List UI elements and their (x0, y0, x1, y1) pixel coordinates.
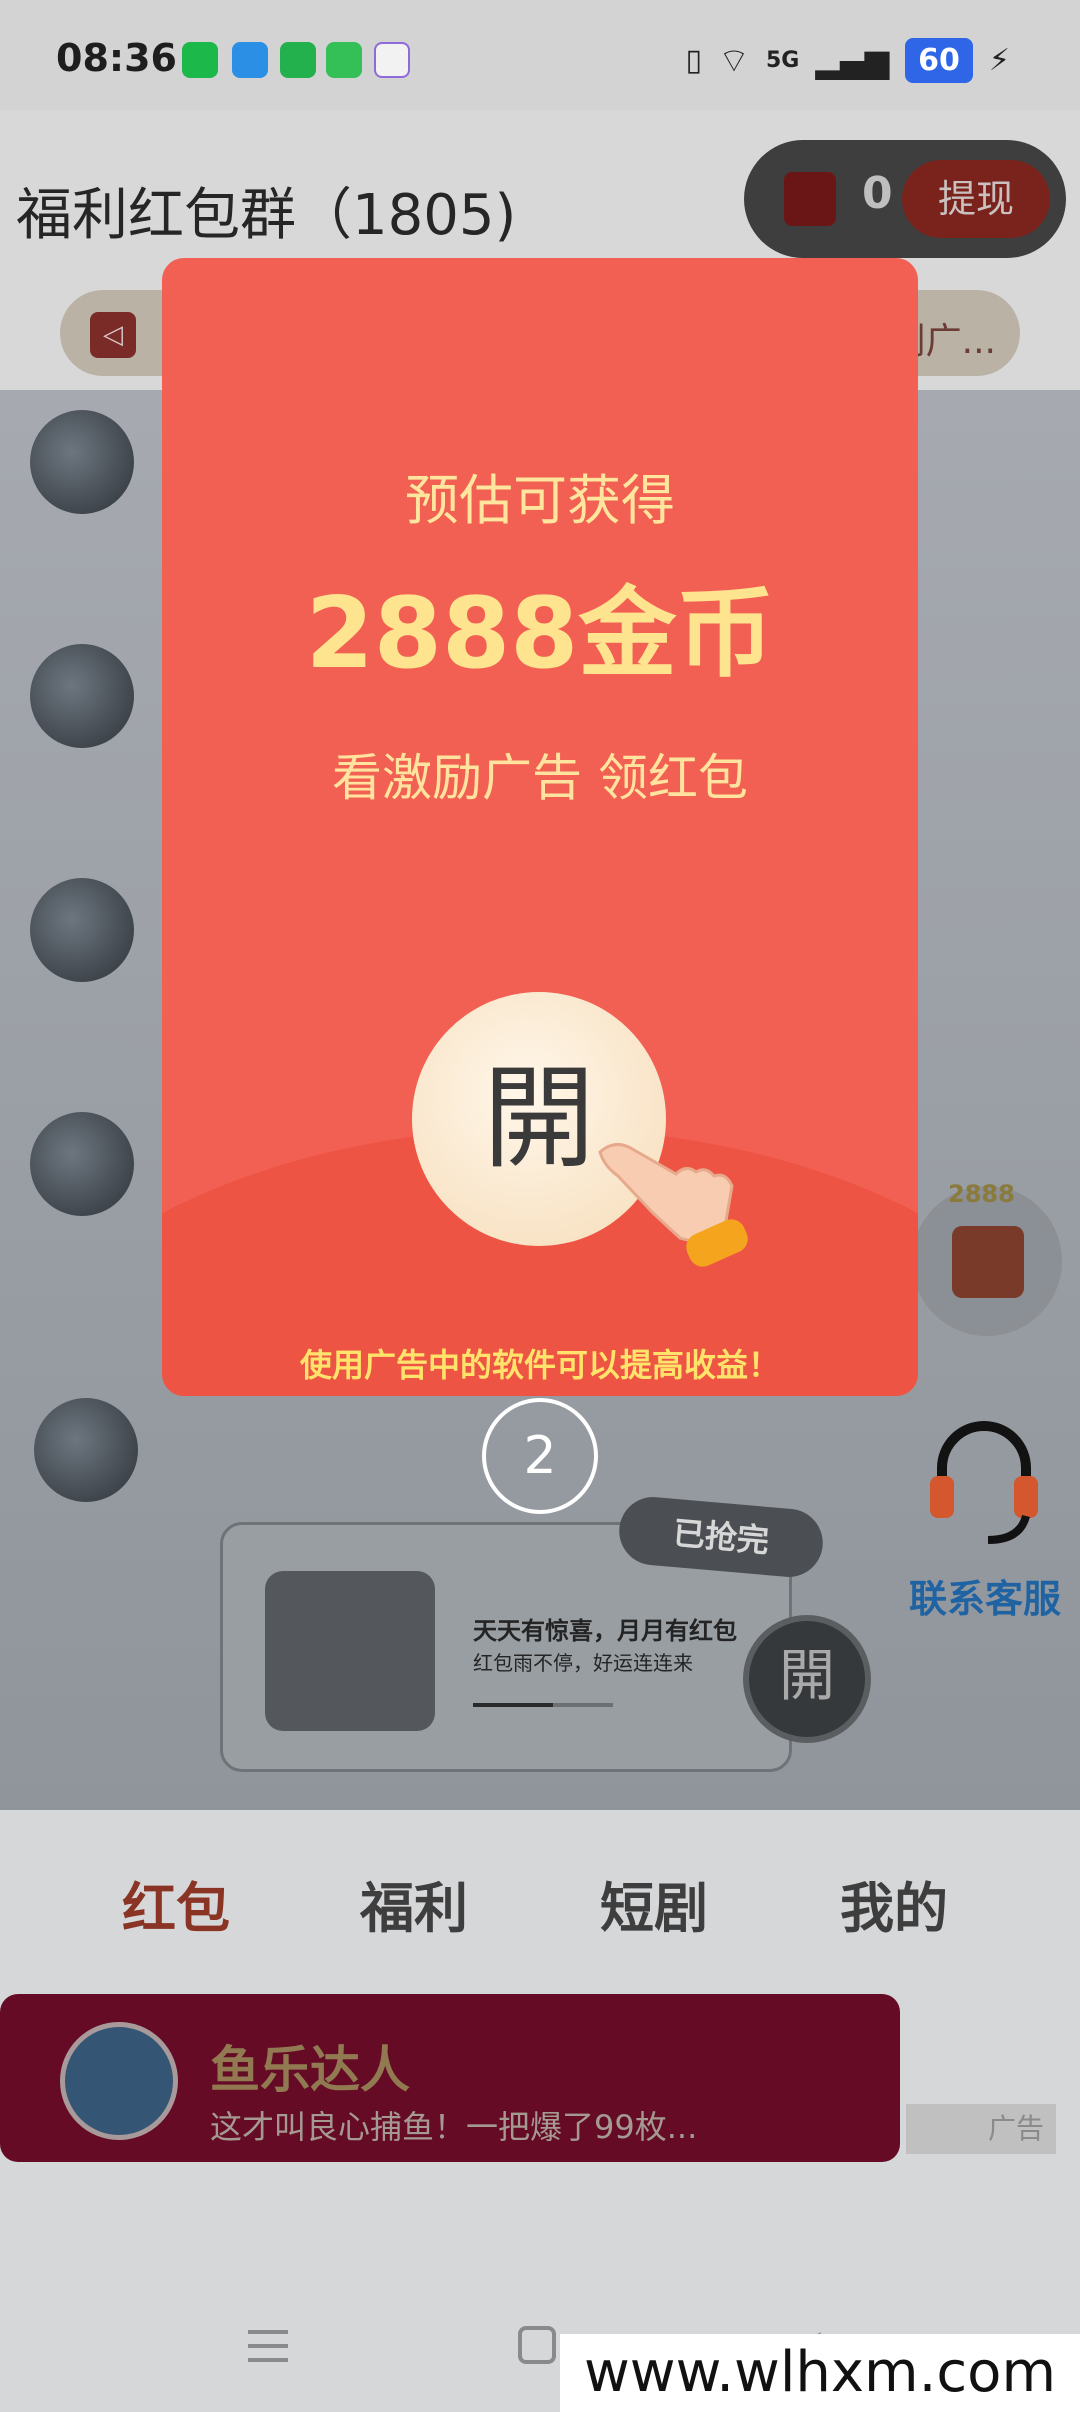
system-icons: ▯ ⌔ 5G ▂▄▆ 60 ⚡ (685, 38, 1010, 83)
pointing-hand-icon (598, 1143, 748, 1267)
envelope-icon (265, 1571, 435, 1731)
qq-icon (232, 42, 268, 78)
notification-app-icon (182, 42, 218, 78)
avatar[interactable] (30, 878, 134, 982)
red-packet-progress-fill (473, 1703, 553, 1707)
red-packet-subtitle: 红包雨不停，好运连连来 (473, 1651, 693, 1675)
ad-banner[interactable]: 鱼乐达人 这才叫良心捕鱼！一把爆了99枚... (0, 1994, 900, 2162)
floating-red-packet[interactable]: 2888 (912, 1180, 1062, 1336)
red-packet-open-button[interactable]: 開 (743, 1615, 871, 1743)
menu-icon[interactable] (248, 2330, 288, 2362)
red-packet-progress (473, 1703, 613, 1707)
red-packet-message[interactable]: 天天有惊喜，月月有红包 红包雨不停，好运连连来 已抢完 開 (220, 1494, 871, 1772)
status-time: 08:36 (56, 36, 177, 80)
red-packet-title: 天天有惊喜，月月有红包 (473, 1617, 737, 1645)
battery-indicator: 60 (905, 38, 973, 83)
tab-hongbao[interactable]: 红包 (122, 1864, 230, 1943)
tab-duanju[interactable]: 短剧 (600, 1864, 708, 1943)
group-header: 福利红包群（1805) 0 提现 (0, 110, 1080, 260)
bottom-tab-bar: 红包 福利 短剧 我的 (0, 1810, 1080, 1986)
modal-label: 预估可获得 (405, 469, 675, 532)
red-packet-icon (952, 1226, 1024, 1298)
countdown-timer: 2 (482, 1398, 598, 1514)
ad-area: 鱼乐达人 这才叫良心捕鱼！一把爆了99枚... 广告 (0, 1986, 1080, 2182)
charging-icon: ⚡ (988, 43, 1010, 78)
speaker-icon: ◁ (90, 312, 136, 358)
modal-footer-text: 使用广告中的软件可以提高收益！ (299, 1346, 780, 1384)
vibrate-icon: ▯ (685, 43, 702, 78)
wifi-icon: ⌔ (718, 41, 750, 81)
withdraw-button[interactable]: 提现 (902, 160, 1050, 238)
page-title: 福利红包群（1805) (16, 183, 517, 248)
ad-title: 鱼乐达人 (210, 2041, 410, 2099)
watermark: www.wlhxm.com (560, 2334, 1080, 2412)
avatar[interactable] (30, 1112, 134, 1216)
avatar[interactable] (30, 410, 134, 514)
avatar[interactable] (30, 644, 134, 748)
red-packet-modal: 预估可获得 2888金币 看激励广告 领红包 開 使用广告中的软件可以提高收益！ (162, 258, 918, 1396)
balance-value: 0 (862, 168, 893, 219)
ad-subtitle: 这才叫良心捕鱼！一把爆了99枚... (210, 2108, 698, 2146)
red-envelope-icon (784, 172, 836, 226)
status-bar: 08:36 ▯ ⌔ 5G ▂▄▆ 60 ⚡ (0, 0, 1080, 110)
phone-icon (280, 42, 316, 78)
tab-mine[interactable]: 我的 (840, 1864, 948, 1943)
modal-amount: 2888金币 (305, 577, 775, 691)
customer-service-label: 联系客服 (908, 1577, 1061, 1621)
signal-icon: ▂▄▆ (815, 41, 890, 80)
headset-icon (930, 1421, 1038, 1544)
network-label: 5G (765, 48, 800, 73)
app-notification-icon (374, 42, 410, 78)
balance-widget: 0 提现 (744, 140, 1066, 258)
customer-service-button[interactable]: 联系客服 (900, 1416, 1070, 1646)
message-icon (326, 42, 362, 78)
tab-fuli[interactable]: 福利 (360, 1864, 468, 1943)
avatar[interactable] (34, 1398, 138, 1502)
home-icon[interactable] (518, 2326, 556, 2364)
game-app-icon (60, 2022, 178, 2140)
modal-description: 看激励广告 领红包 (332, 749, 748, 807)
floating-red-packet-amount: 2888 (948, 1180, 1015, 1208)
ad-tag: 广告 (906, 2104, 1056, 2154)
